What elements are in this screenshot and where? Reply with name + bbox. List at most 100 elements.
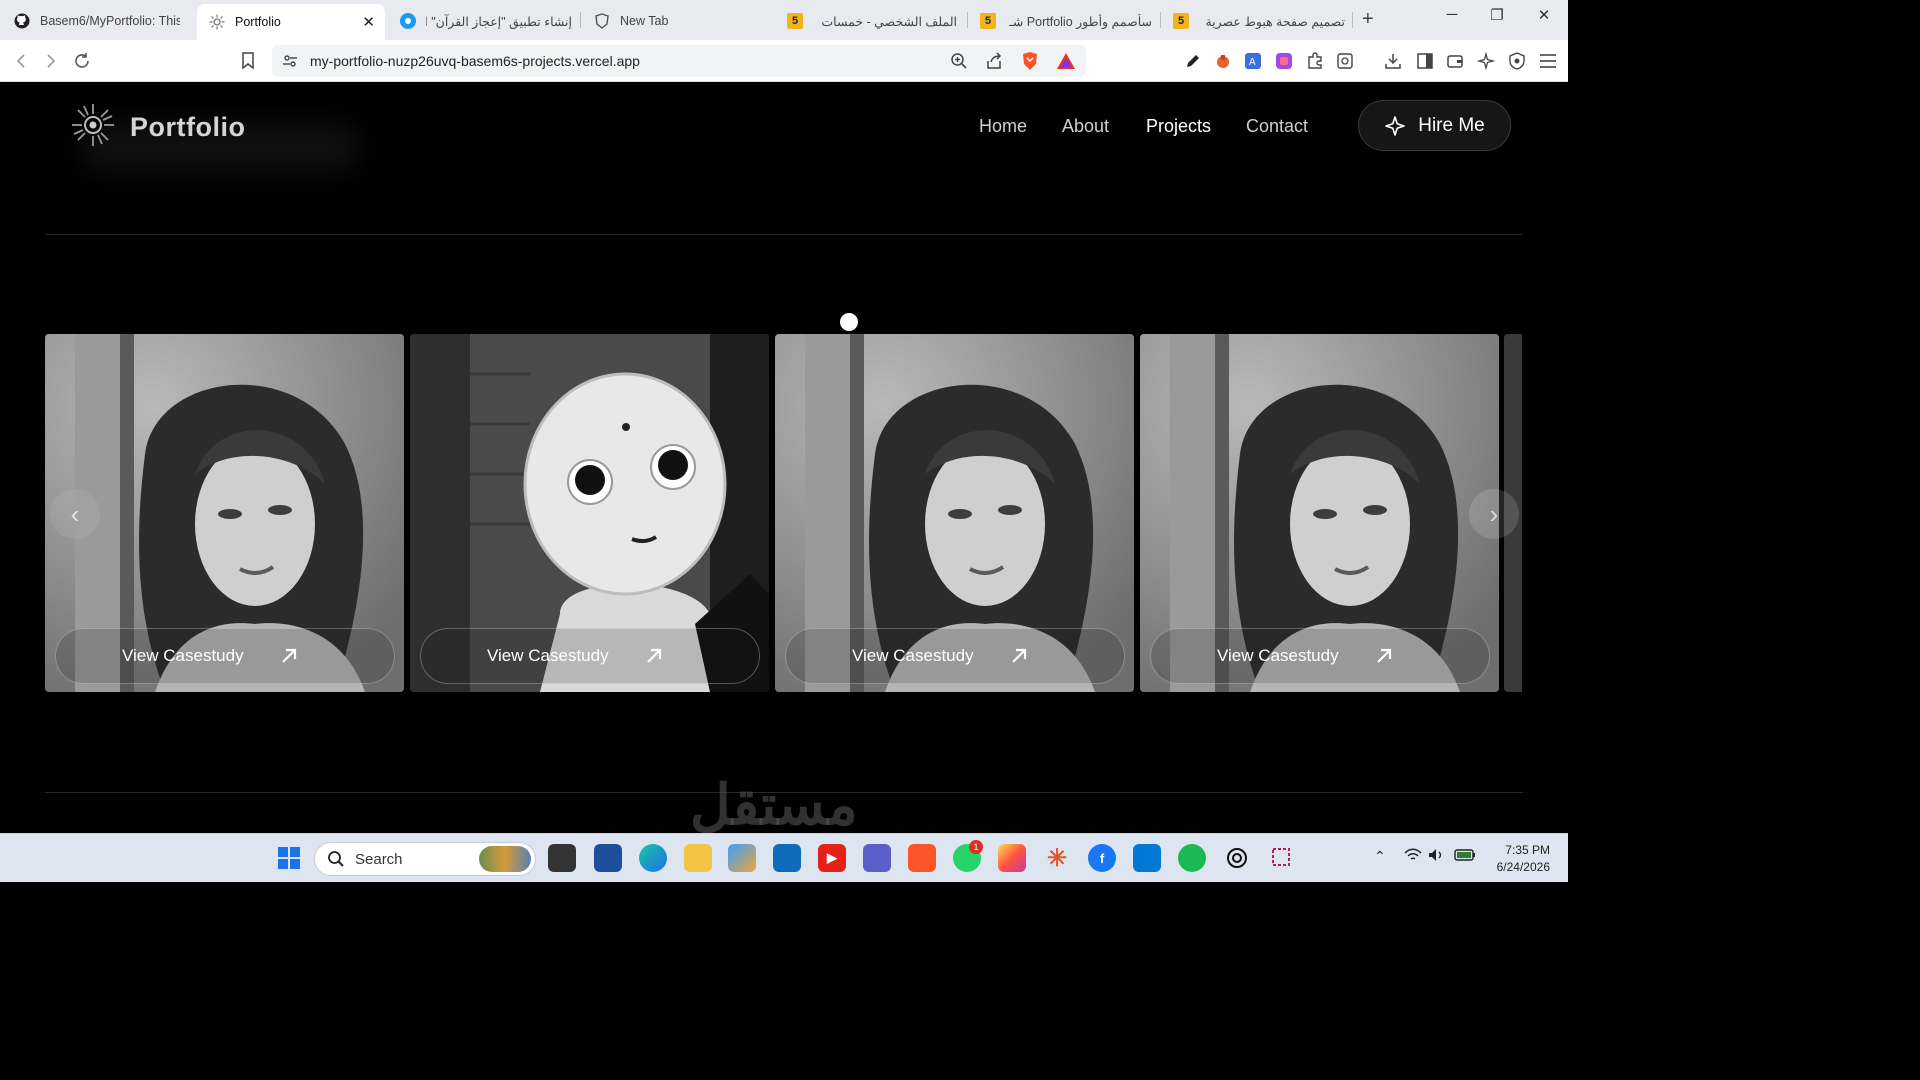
store-icon[interactable]: [594, 844, 622, 872]
reader-mode-icon[interactable]: [1334, 50, 1356, 72]
vpn-shield-icon[interactable]: [1506, 50, 1528, 72]
teams-icon[interactable]: [863, 844, 891, 872]
gradient-extension-icon[interactable]: [1273, 50, 1295, 72]
translate-extension-icon[interactable]: A: [1242, 50, 1264, 72]
url-text[interactable]: my-portfolio-nuzp26uvq-basem6s-projects.…: [310, 53, 640, 69]
tab-khamsat-landing[interactable]: 5 تصميم صفحة هبوط عصرية: [1173, 6, 1345, 36]
menu-icon[interactable]: [1537, 50, 1559, 72]
pen-extension-icon[interactable]: [1182, 50, 1204, 72]
reload-icon[interactable]: [71, 50, 93, 72]
outlook-icon[interactable]: [773, 844, 801, 872]
snipping-tool-icon[interactable]: [1268, 844, 1296, 872]
carousel-next-button[interactable]: ›: [1469, 489, 1519, 539]
nav-contact[interactable]: Contact: [1246, 116, 1308, 137]
tab-quran-app[interactable]: إنشاء تطبيق "إعجاز القرآن" الـ: [400, 6, 572, 36]
nav-projects[interactable]: Projects: [1146, 116, 1211, 137]
back-icon[interactable]: [10, 50, 32, 72]
sun-logo-icon: [70, 102, 116, 153]
wallet-icon[interactable]: [1444, 50, 1466, 72]
tab-new-tab[interactable]: New Tab: [594, 6, 764, 36]
cta-label: View Casestudy: [852, 646, 974, 665]
tab-title: تصميم صفحة هبوط عصرية: [1205, 14, 1345, 29]
share-icon[interactable]: [985, 52, 1003, 75]
tab-portfolio[interactable]: Portfolio ✕: [197, 4, 385, 40]
project-card[interactable]: View Casestudy: [1140, 334, 1499, 692]
tab-separator: [580, 12, 581, 28]
forward-icon[interactable]: [40, 50, 62, 72]
arrow-up-right-icon: [645, 647, 663, 665]
clock-date: 6/24/2026: [1496, 860, 1550, 874]
system-clock[interactable]: 7:35 PM 6/24/2026: [1486, 842, 1550, 876]
hire-me-button[interactable]: Hire Me: [1358, 100, 1511, 151]
close-window-icon[interactable]: ✕: [1530, 6, 1558, 24]
view-casestudy-button[interactable]: View Casestudy: [55, 628, 395, 684]
battery-icon[interactable]: [1454, 848, 1476, 865]
leo-ai-icon[interactable]: [1475, 50, 1497, 72]
brave-rewards-icon[interactable]: [1056, 52, 1076, 75]
file-explorer-icon[interactable]: [684, 844, 712, 872]
svg-text:A: A: [1249, 57, 1256, 68]
view-casestudy-button[interactable]: View Casestudy: [785, 628, 1125, 684]
tab-title: Basem6/MyPortfolio: This: [40, 14, 180, 28]
carousel-prev-button[interactable]: ‹: [50, 489, 100, 539]
sidebar-icon[interactable]: [1414, 50, 1436, 72]
fox-extension-icon[interactable]: [1212, 50, 1234, 72]
claude-icon[interactable]: ✳: [1043, 844, 1071, 872]
edge-icon[interactable]: [639, 844, 667, 872]
arrow-up-right-icon: [280, 647, 298, 665]
section-divider-top: [45, 234, 1523, 235]
wifi-icon[interactable]: [1404, 848, 1422, 865]
site-logo[interactable]: Portfolio: [70, 102, 245, 153]
chevron-right-icon: ›: [1489, 498, 1499, 529]
windows-taskbar: Search ▶ ✳ f ⌃ 7:35 PM 6/24/2026: [0, 833, 1568, 882]
zoom-icon[interactable]: [950, 52, 968, 75]
spotify-icon[interactable]: [1178, 844, 1206, 872]
vscode-icon[interactable]: [1133, 844, 1161, 872]
mostaql-watermark: مستقل: [690, 773, 858, 833]
whatsapp-notification-badge: 1: [969, 840, 983, 854]
address-bar[interactable]: my-portfolio-nuzp26uvq-basem6s-projects.…: [272, 45, 1086, 77]
project-card[interactable]: View Casestudy: [775, 334, 1134, 692]
tab-title: New Tab: [620, 14, 669, 28]
portfolio-sun-icon: [209, 14, 225, 30]
facebook-icon[interactable]: f: [1088, 844, 1116, 872]
instagram-icon[interactable]: [998, 844, 1026, 872]
bookmark-icon[interactable]: [237, 50, 259, 72]
tab-khamsat-portfolio[interactable]: 5 سأصمم وأطور Portfolio شـ: [980, 6, 1152, 36]
minimize-icon[interactable]: ─: [1438, 6, 1466, 23]
volume-icon[interactable]: [1428, 848, 1446, 865]
close-tab-icon[interactable]: ✕: [362, 13, 375, 31]
project-card[interactable]: View Casestudy: [410, 334, 769, 692]
tab-separator: [1160, 12, 1161, 28]
tab-title: إنشاء تطبيق "إعجاز القرآن" الـ: [426, 14, 572, 29]
site-settings-icon[interactable]: [282, 53, 298, 74]
carousel-pagination-dot[interactable]: [840, 313, 858, 331]
tray-chevron-icon[interactable]: ⌃: [1374, 848, 1386, 865]
extensions-puzzle-icon[interactable]: [1304, 50, 1326, 72]
restore-icon[interactable]: ❐: [1483, 6, 1511, 24]
tab-github[interactable]: Basem6/MyPortfolio: This: [14, 6, 180, 36]
brave-shields-icon[interactable]: [1021, 51, 1039, 76]
chatgpt-icon[interactable]: [1223, 844, 1251, 872]
youtube-icon[interactable]: ▶: [818, 844, 846, 872]
nav-about[interactable]: About: [1062, 116, 1109, 137]
view-casestudy-button[interactable]: View Casestudy: [420, 628, 760, 684]
arrow-up-right-icon: [1375, 647, 1393, 665]
hire-me-label: Hire Me: [1418, 114, 1485, 136]
search-highlight-icon: [479, 846, 531, 872]
taskbar-search[interactable]: Search: [314, 842, 536, 876]
task-view-icon[interactable]: [548, 844, 576, 872]
downloads-icon[interactable]: [1382, 50, 1404, 72]
nav-home[interactable]: Home: [979, 116, 1027, 137]
brave-taskbar-icon[interactable]: [908, 844, 936, 872]
copilot-icon[interactable]: [728, 844, 756, 872]
view-casestudy-button[interactable]: View Casestudy: [1150, 628, 1490, 684]
clock-time: 7:35 PM: [1505, 843, 1550, 857]
tab-khamsat-profile[interactable]: 5 الملف الشخصي - خمسات: [787, 6, 957, 36]
cta-label: View Casestudy: [122, 646, 244, 665]
search-icon: [328, 851, 344, 867]
cta-label: View Casestudy: [1217, 646, 1339, 665]
windows-start-icon[interactable]: [275, 844, 303, 872]
new-tab-button[interactable]: +: [1362, 8, 1374, 31]
arrow-up-right-icon: [1010, 647, 1028, 665]
